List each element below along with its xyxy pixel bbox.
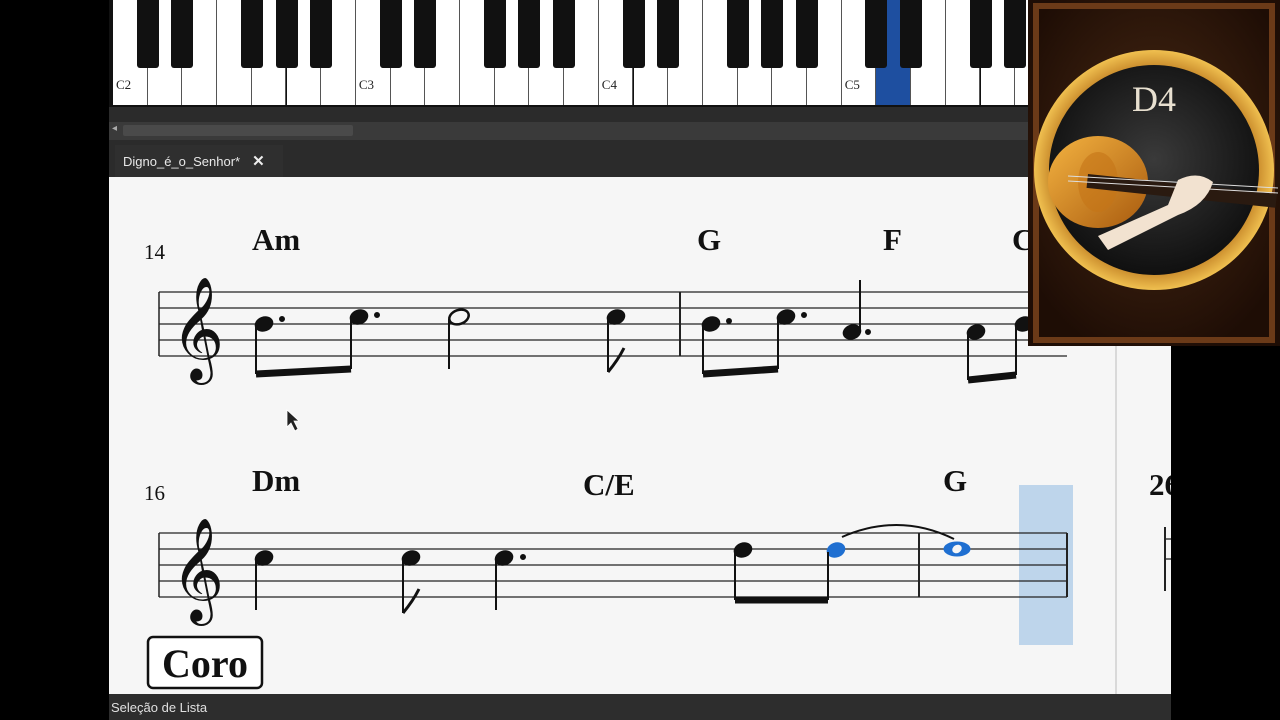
treble-clef-icon-2: 𝄞 [171, 517, 224, 626]
horizontal-scrollbar[interactable]: ◂ [109, 122, 1171, 140]
status-bar: Seleção de Lista [109, 694, 1171, 720]
measure-number-14: 14 [144, 240, 166, 264]
scroll-left-arrow-icon[interactable]: ◂ [112, 123, 117, 134]
notes-system-1[interactable] [253, 280, 1035, 384]
piano-keyboard[interactable]: C2 C3 C4 C5 [109, 0, 1171, 107]
chord-f: F [883, 222, 902, 257]
tab-bar: Digno_é_o_Senhor* ✕ [109, 145, 1171, 177]
mouse-cursor-icon [286, 409, 301, 432]
octave-label: C5 [844, 77, 860, 92]
instrument-note-display: D4 [1132, 79, 1176, 119]
piano-key-f-sharp5[interactable] [969, 0, 992, 68]
measure-number-26: 26 [1149, 467, 1171, 502]
piano-key-f-sharp3[interactable] [483, 0, 506, 68]
tab-score-digno[interactable]: Digno_é_o_Senhor* ✕ [115, 145, 283, 177]
chord-am: Am [252, 222, 300, 257]
piano-key-c-sharp5[interactable] [865, 0, 888, 68]
piano-key-a-sharp4[interactable] [796, 0, 818, 68]
rehearsal-mark: Coro [162, 641, 248, 686]
status-text: Seleção de Lista [111, 699, 208, 715]
score-svg: 14 Am G F C 𝄞 16 Dm C/E G 2 𝄞 Coro [144, 177, 1171, 694]
app-window: C2 C3 C4 C5 ◂ Digno_é_o_Senhor* ✕ 14 Am G F… [109, 0, 1171, 720]
piano-key-f-sharp2[interactable] [240, 0, 263, 68]
piano-key-d-sharp5[interactable] [900, 0, 923, 68]
violin-icon [1028, 0, 1280, 346]
piano-key-a-sharp3[interactable] [553, 0, 576, 68]
piano-key-f-sharp4[interactable] [726, 0, 749, 68]
chord-g: G [697, 222, 721, 257]
piano-key-a-sharp2[interactable] [310, 0, 333, 68]
chord-c-over-e: C/E [583, 467, 635, 502]
piano-key-d-sharp2[interactable] [171, 0, 194, 68]
octave-label: C4 [601, 77, 617, 92]
piano-key-d-sharp4[interactable] [657, 0, 680, 68]
octave-label: C3 [358, 77, 375, 92]
tie [841, 524, 955, 540]
tab-title: Digno_é_o_Senhor* [123, 153, 241, 169]
piano-key-c-sharp3[interactable] [379, 0, 402, 68]
instrument-panel[interactable]: D4 [1028, 0, 1280, 346]
piano-key-c-sharp4[interactable] [622, 0, 645, 68]
piano-key-c-sharp2[interactable] [136, 0, 159, 68]
close-tab-icon[interactable]: ✕ [252, 152, 265, 170]
chord-g-2: G [943, 463, 967, 498]
treble-clef-icon: 𝄞 [171, 276, 224, 385]
measure-number-16: 16 [144, 481, 165, 505]
piano-key-g-sharp2[interactable] [275, 0, 298, 68]
chord-dm: Dm [252, 463, 300, 498]
notes-system-2[interactable] [253, 524, 971, 614]
octave-label: C2 [116, 77, 132, 92]
piano-key-g-sharp3[interactable] [518, 0, 541, 68]
score-canvas[interactable]: 14 Am G F C 𝄞 16 Dm C/E G 2 𝄞 Coro [109, 177, 1171, 694]
scrollbar-thumb[interactable] [123, 125, 353, 136]
piano-key-g-sharp5[interactable] [1004, 0, 1027, 68]
piano-key-g-sharp4[interactable] [761, 0, 784, 68]
piano-key-d-sharp3[interactable] [414, 0, 437, 68]
